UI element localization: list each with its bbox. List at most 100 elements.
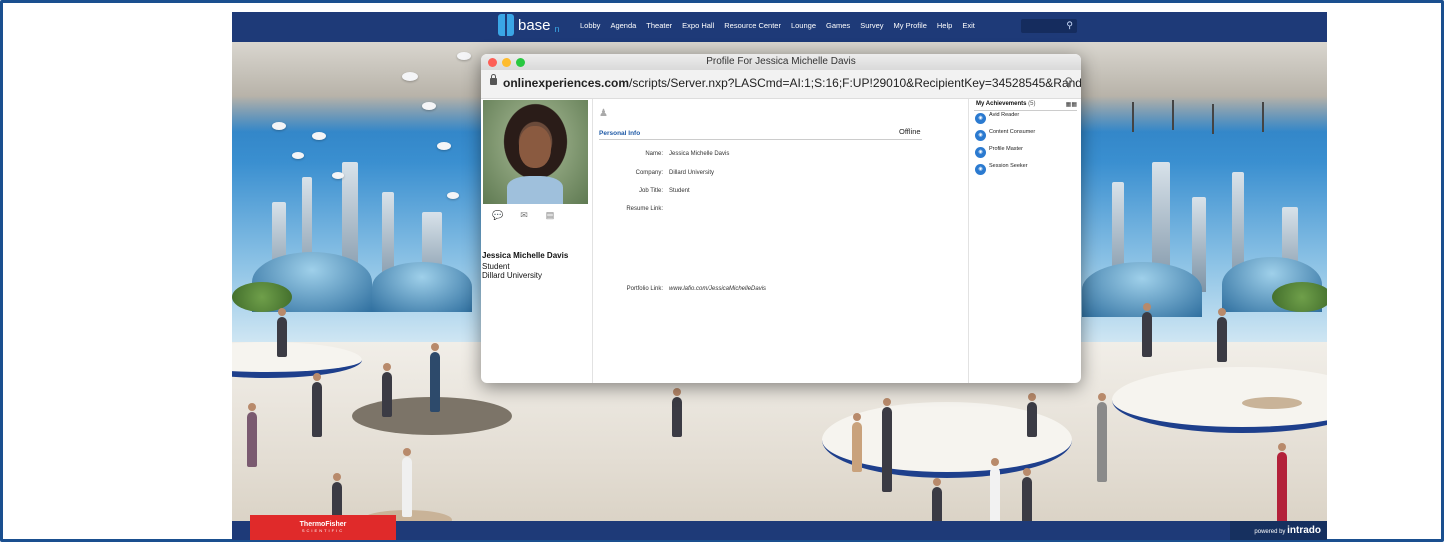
profile-popup-window: Profile For Jessica Michelle Davis onlin… xyxy=(481,54,1081,383)
cloud-sculpture xyxy=(312,132,326,140)
sponsor-logo[interactable]: ThermoFisher SCIENTIFIC xyxy=(250,515,396,540)
achievement-item[interactable]: ◉ Content Consumer xyxy=(975,129,1036,141)
cloud-sculpture xyxy=(292,152,304,159)
nav-games[interactable]: Games xyxy=(826,21,850,30)
avatar-person xyxy=(1027,393,1037,437)
sponsor-subtitle: SCIENTIFIC xyxy=(301,528,345,533)
nav-exit[interactable]: Exit xyxy=(962,21,975,30)
round-table xyxy=(1242,397,1302,409)
mail-icon[interactable]: ✉ xyxy=(517,210,531,220)
nav-lounge[interactable]: Lounge xyxy=(791,21,816,30)
greenery xyxy=(1272,282,1327,312)
avatar-person xyxy=(1097,393,1107,482)
avatar-person xyxy=(312,373,322,437)
profile-company: Dillard University xyxy=(482,271,543,280)
avatar-person xyxy=(1142,303,1152,357)
portfolio-label: Portfolio Link: xyxy=(626,286,663,292)
avatar-person xyxy=(672,388,682,437)
search-icon[interactable]: ⚲ xyxy=(1066,20,1073,31)
field-value: Jessica Michelle Davis xyxy=(669,151,730,157)
base-logo[interactable]: base n xyxy=(498,14,560,36)
logo-subscript: n xyxy=(554,24,560,34)
avatar-person xyxy=(247,403,257,467)
portfolio-row: Portfolio Link: www.lafio.com/JessicaMich… xyxy=(593,286,766,292)
section-title: Personal Info xyxy=(599,130,641,137)
avatar-person xyxy=(430,343,440,412)
avatar-person xyxy=(277,308,287,357)
achievements-panel: My Achievements (5) ▦▦ ◉ Avid Reader ◉ C… xyxy=(968,99,1081,383)
nav-lobby[interactable]: Lobby xyxy=(580,21,600,30)
field-row: Job Title: Student xyxy=(593,188,690,194)
nav-resource-center[interactable]: Resource Center xyxy=(724,21,781,30)
profile-icon: ◉ xyxy=(975,147,986,158)
nav-expo-hall[interactable]: Expo Hall xyxy=(682,21,714,30)
profile-photo-shirt xyxy=(507,176,563,204)
divider xyxy=(974,110,1077,111)
nav-theater[interactable]: Theater xyxy=(646,21,672,30)
pendant-lamp xyxy=(1262,102,1264,132)
field-row: Resume Link: xyxy=(593,206,669,212)
achievements-count: (5) xyxy=(1028,101,1036,107)
window-title: Profile For Jessica Michelle Davis xyxy=(706,56,856,67)
achievement-label: Content Consumer xyxy=(989,129,1036,135)
pendant-lamp xyxy=(1212,104,1214,134)
achievement-label: Session Seeker xyxy=(989,163,1028,169)
profile-job-title: Student xyxy=(482,262,510,271)
person-icon: ♟ xyxy=(599,108,608,119)
lock-icon xyxy=(490,74,497,85)
chat-icon[interactable]: 💬 xyxy=(491,210,505,220)
bottom-bar: ThermoFisher SCIENTIFIC powered by intra… xyxy=(232,515,1327,540)
nav-my-profile[interactable]: My Profile xyxy=(894,21,927,30)
logo-text: base xyxy=(518,16,551,34)
cloud-sculpture xyxy=(422,102,436,110)
field-label: Name: xyxy=(645,151,663,157)
achievement-item[interactable]: ◉ Avid Reader xyxy=(975,112,1020,124)
cloud-sculpture xyxy=(272,122,286,130)
address-bar[interactable]: onlinexperiences.com/scripts/Server.nxp?… xyxy=(481,70,1081,99)
powered-by-text: powered by xyxy=(1254,529,1286,535)
book-icon: ◉ xyxy=(975,113,986,124)
field-label: Resume Link: xyxy=(626,206,663,212)
search-input[interactable]: ⚲ xyxy=(1021,19,1077,33)
achievements-title: My Achievements xyxy=(976,101,1027,107)
profile-sidebar: 💬 ✉ ▤ Jessica Michelle Davis Student Dil… xyxy=(481,99,593,383)
pendant-lamp xyxy=(1172,100,1174,130)
field-label: Job Title: xyxy=(638,188,663,194)
avatar-person xyxy=(852,413,862,472)
personal-info-panel: ♟ Personal Info Offline Name: Jessica Mic… xyxy=(593,99,968,383)
url-text[interactable]: onlinexperiences.com/scripts/Server.nxp?… xyxy=(503,76,1081,90)
achievement-item[interactable]: ◉ Session Seeker xyxy=(975,163,1028,175)
field-value: Dillard University xyxy=(669,170,715,176)
achievement-item[interactable]: ◉ Profile Master xyxy=(975,146,1023,158)
nav-menu: Lobby Agenda Theater Expo Hall Resource … xyxy=(580,21,975,30)
portfolio-link[interactable]: www.lafio.com/JessicaMichelleDavis xyxy=(669,286,766,292)
dome-building xyxy=(372,262,472,312)
nav-help[interactable]: Help xyxy=(937,21,952,30)
base-logo-icon xyxy=(498,14,514,36)
profile-photo-face xyxy=(519,126,551,168)
url-domain: onlinexperiences.com xyxy=(503,76,630,90)
session-icon: ◉ xyxy=(975,164,986,175)
achievements-heading: My Achievements (5) xyxy=(976,101,1035,107)
cloud-sculpture xyxy=(402,72,418,81)
cloud-sculpture xyxy=(437,142,451,150)
powered-by-badge: powered by intrado xyxy=(1230,521,1327,540)
powered-by-brand: intrado xyxy=(1287,525,1321,536)
vcard-icon[interactable]: ▤ xyxy=(543,210,557,220)
profile-actions: 💬 ✉ ▤ xyxy=(491,210,557,220)
nav-survey[interactable]: Survey xyxy=(860,21,883,30)
zoom-icon[interactable]: ⚲ xyxy=(1064,75,1073,89)
achievement-label: Avid Reader xyxy=(989,112,1020,118)
avatar-person xyxy=(382,363,392,417)
divider xyxy=(599,139,922,140)
avatar-person xyxy=(1217,308,1227,362)
profile-content: 💬 ✉ ▤ Jessica Michelle Davis Student Dil… xyxy=(481,99,1081,383)
field-row: Company: Dillard University xyxy=(593,170,714,176)
achievement-label: Profile Master xyxy=(989,146,1023,152)
avatar-person xyxy=(1277,443,1287,532)
status-badge: Offline xyxy=(899,127,921,136)
window-titlebar: Profile For Jessica Michelle Davis xyxy=(481,54,1081,70)
field-value: Student xyxy=(669,188,690,194)
nav-agenda[interactable]: Agenda xyxy=(610,21,636,30)
grid-view-icon[interactable]: ▦▦ xyxy=(1066,101,1077,108)
